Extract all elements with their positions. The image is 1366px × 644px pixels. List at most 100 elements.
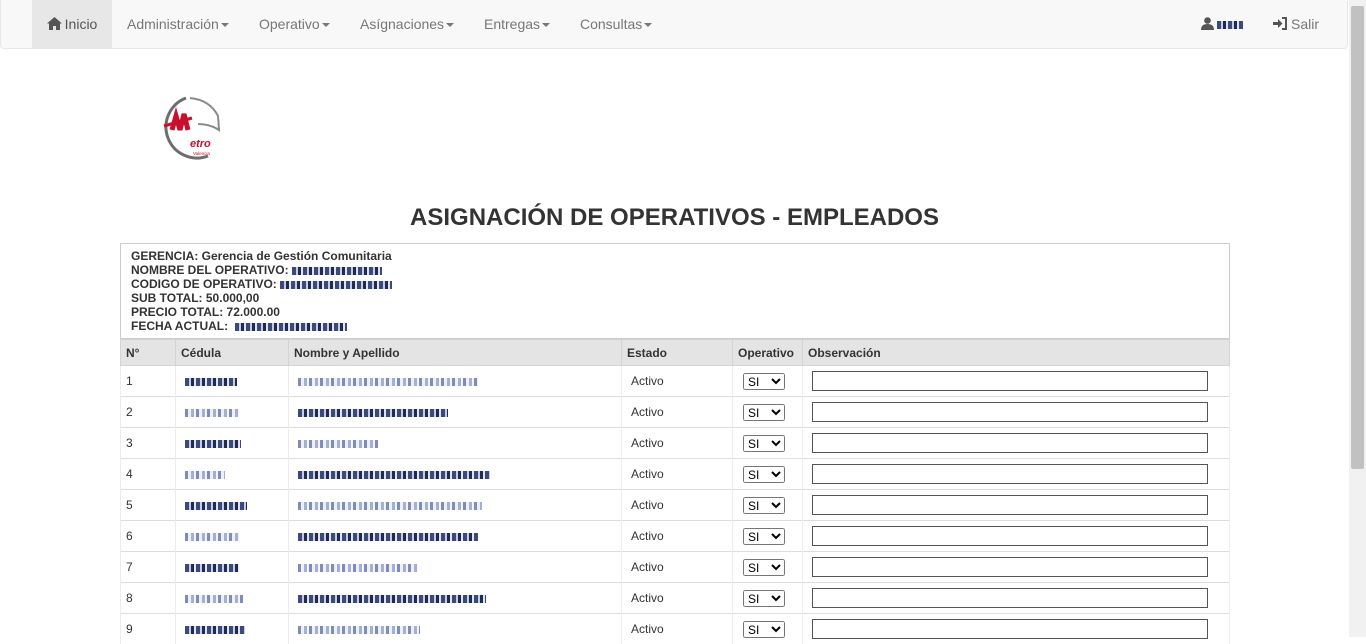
logo-text: etro xyxy=(190,138,211,150)
nav-logout[interactable]: Salir xyxy=(1273,0,1319,48)
nombre-redacted xyxy=(298,533,478,541)
observacion-input[interactable] xyxy=(812,464,1208,484)
table-row: 7ActivoSI xyxy=(121,552,1230,583)
codigo-operativo-row: CODIGO DE OPERATIVO: xyxy=(131,277,1219,291)
cedula-redacted xyxy=(185,595,243,603)
nav-asignaciones-label: Asígnaciones xyxy=(360,16,444,32)
nav-entregas[interactable]: Entregas xyxy=(484,0,550,48)
nombre-cell xyxy=(289,583,622,614)
fecha-actual-redacted xyxy=(235,323,347,331)
estado-cell: Activo xyxy=(622,490,733,521)
nombre-cell xyxy=(289,614,622,644)
nombre-cell xyxy=(289,490,622,521)
estado-cell: Activo xyxy=(622,366,733,397)
operativo-select[interactable]: SI xyxy=(743,466,785,483)
operativo-select[interactable]: SI xyxy=(743,404,785,421)
operativo-select[interactable]: SI xyxy=(743,590,785,607)
observacion-input[interactable] xyxy=(812,371,1208,391)
chevron-down-icon xyxy=(542,23,550,27)
nav-home[interactable]: Inicio xyxy=(32,0,112,48)
observacion-cell xyxy=(803,583,1230,614)
operativo-cell: SI xyxy=(733,428,803,459)
operativo-select[interactable]: SI xyxy=(743,528,785,545)
operativo-cell: SI xyxy=(733,397,803,428)
observacion-input[interactable] xyxy=(812,433,1208,453)
header-estado: Estado xyxy=(622,340,733,366)
operativo-cell: SI xyxy=(733,614,803,644)
operativo-select[interactable]: SI xyxy=(743,497,785,514)
nav-operativo[interactable]: Operativo xyxy=(259,0,330,48)
observacion-input[interactable] xyxy=(812,557,1208,577)
cedula-redacted xyxy=(185,378,237,386)
observacion-input[interactable] xyxy=(812,402,1208,422)
row-number: 6 xyxy=(121,521,176,552)
operativo-cell: SI xyxy=(733,490,803,521)
fecha-actual-label: FECHA ACTUAL: xyxy=(131,319,228,333)
nav-administracion[interactable]: Administración xyxy=(127,0,229,48)
operativo-info-panel: GERENCIA: Gerencia de Gestión Comunitari… xyxy=(120,243,1230,339)
nav-administracion-label: Administración xyxy=(127,16,219,32)
table-row: 8ActivoSI xyxy=(121,583,1230,614)
nav-consultas[interactable]: Consultas xyxy=(580,0,652,48)
operativo-select[interactable]: SI xyxy=(743,435,785,452)
sign-in-icon xyxy=(1273,1,1288,49)
nav-user[interactable] xyxy=(1201,0,1243,48)
nombre-redacted xyxy=(298,378,478,386)
estado-cell: Activo xyxy=(622,428,733,459)
operativo-cell: SI xyxy=(733,552,803,583)
nav-entregas-label: Entregas xyxy=(484,16,540,32)
row-number: 9 xyxy=(121,614,176,644)
precio-total-text: PRECIO TOTAL: 72.000.00 xyxy=(131,305,1219,319)
scrollbar-thumb[interactable] xyxy=(1351,6,1364,469)
header-numero: N° xyxy=(121,340,176,366)
nombre-redacted xyxy=(298,440,378,448)
nombre-cell xyxy=(289,428,622,459)
nombre-operativo-row: NOMBRE DEL OPERATIVO: xyxy=(131,263,1219,277)
empleados-table: N° Cédula Nombre y Apellido Estado Opera… xyxy=(120,339,1230,644)
nombre-cell xyxy=(289,521,622,552)
table-row: 3 Activo SI xyxy=(121,428,1230,459)
operativo-select[interactable]: SI xyxy=(743,621,785,638)
nombre-redacted xyxy=(298,564,418,572)
gerencia-text: GERENCIA: Gerencia de Gestión Comunitari… xyxy=(131,249,1219,263)
user-name-redacted xyxy=(1217,21,1243,29)
operativo-select[interactable]: SI xyxy=(743,373,785,390)
nombre-redacted xyxy=(298,409,448,417)
header-operativo: Operativo xyxy=(733,340,803,366)
cedula-redacted xyxy=(185,409,239,417)
observacion-input[interactable] xyxy=(812,619,1208,639)
nombre-redacted xyxy=(298,471,490,479)
operativo-cell: SI xyxy=(733,366,803,397)
observacion-input[interactable] xyxy=(812,526,1208,546)
observacion-cell xyxy=(803,397,1230,428)
observacion-input[interactable] xyxy=(812,495,1208,515)
nombre-redacted xyxy=(298,595,486,603)
chevron-down-icon xyxy=(221,23,229,27)
operativo-cell: SI xyxy=(733,583,803,614)
cedula-redacted xyxy=(185,471,225,479)
logo-subtext: Valencia xyxy=(193,151,210,156)
page-title: ASIGNACIÓN DE OPERATIVOS - EMPLEADOS xyxy=(0,204,1349,232)
table-row: 5ActivoSI xyxy=(121,490,1230,521)
nav-asignaciones[interactable]: Asígnaciones xyxy=(360,0,454,48)
header-nombre: Nombre y Apellido xyxy=(289,340,622,366)
observacion-input[interactable] xyxy=(812,588,1208,608)
cedula-redacted xyxy=(185,564,239,572)
nombre-cell xyxy=(289,397,622,428)
nav-logout-label: Salir xyxy=(1291,16,1319,32)
observacion-cell xyxy=(803,428,1230,459)
table-header-row: N° Cédula Nombre y Apellido Estado Opera… xyxy=(121,340,1230,366)
estado-cell: Activo xyxy=(622,583,733,614)
operativo-select[interactable]: SI xyxy=(743,559,785,576)
chevron-down-icon xyxy=(644,23,652,27)
nombre-redacted xyxy=(298,626,420,634)
cedula-cell xyxy=(176,614,289,644)
row-number: 3 xyxy=(121,428,176,459)
table-row: 1ActivoSI xyxy=(121,366,1230,397)
page-scrollbar[interactable] xyxy=(1349,0,1366,637)
subtotal-text: SUB TOTAL: 50.000,00 xyxy=(131,291,1219,305)
estado-cell: Activo xyxy=(622,397,733,428)
cedula-cell xyxy=(176,583,289,614)
nav-consultas-label: Consultas xyxy=(580,16,642,32)
row-number: 2 xyxy=(121,397,176,428)
